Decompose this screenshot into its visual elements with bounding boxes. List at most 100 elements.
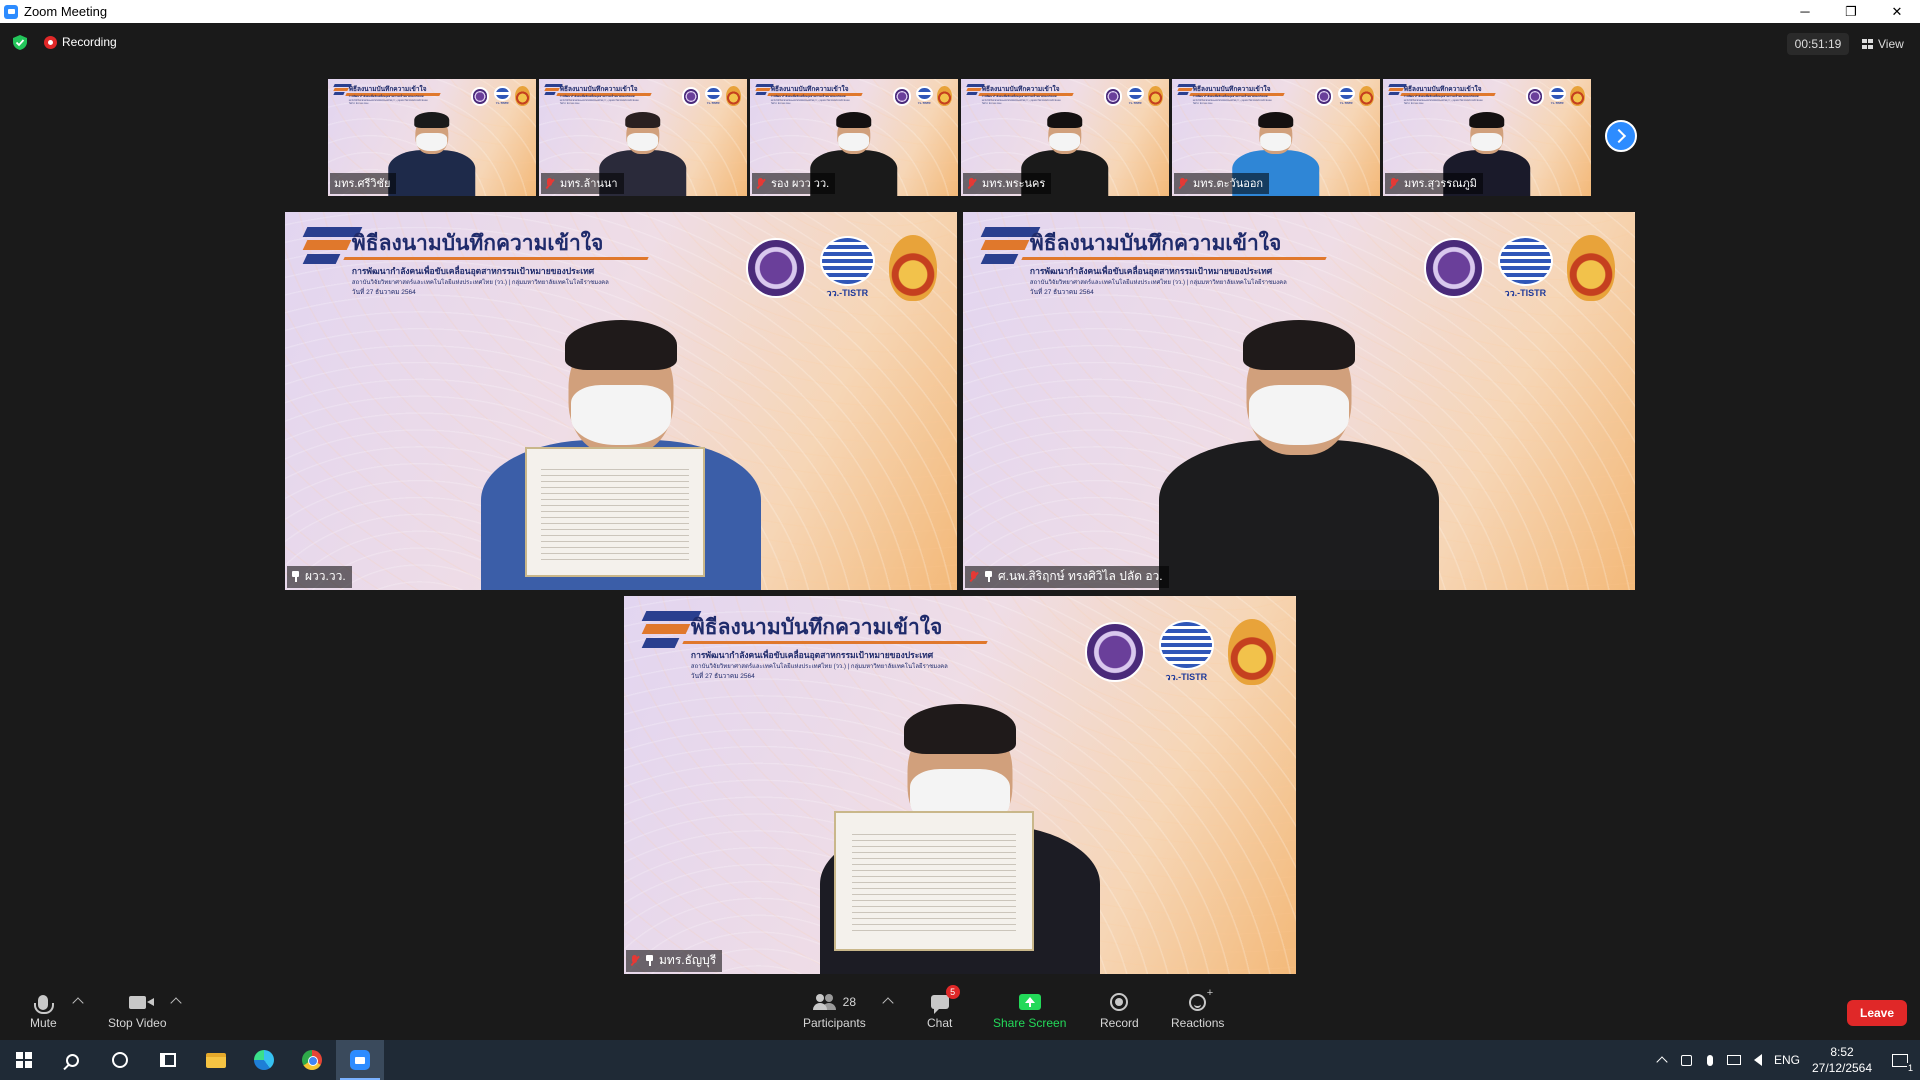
- tistr-logo: วว.-TISTR: [1158, 619, 1214, 684]
- action-center-button[interactable]: 1: [1880, 1040, 1920, 1080]
- participant-name-tag: ศ.นพ.สิริฤกษ์ ทรงศิวิไล ปลัด อว.: [965, 566, 1169, 588]
- notification-count: 1: [1906, 1063, 1914, 1073]
- rmut-emblem-logo-icon: [1227, 618, 1276, 685]
- video-tile-bottom[interactable]: พิธีลงนามบันทึกความเข้าใจ การพัฒนากำลังค…: [624, 596, 1296, 974]
- mute-button[interactable]: Mute: [30, 991, 57, 1030]
- participants-options-chevron-icon[interactable]: [882, 997, 894, 1009]
- view-button[interactable]: View: [1862, 33, 1904, 55]
- tistr-logo-label: วว.-TISTR: [1165, 671, 1208, 682]
- recording-dot-icon: [44, 35, 57, 49]
- thumbnail-tile[interactable]: พิธีลงนามบันทึกความเข้าใจ การพัฒนากำลังค…: [750, 79, 958, 196]
- slide-logos: วว.-TISTR: [1084, 618, 1276, 685]
- window-title-bar: Zoom Meeting ─ ❐ ✕: [0, 0, 1920, 23]
- share-screen-button[interactable]: Share Screen: [993, 991, 1066, 1030]
- edge-taskbar-button[interactable]: [240, 1040, 288, 1080]
- tistr-logo-label: วว.-TISTR: [917, 101, 931, 106]
- audio-options-chevron-icon[interactable]: [72, 997, 84, 1009]
- task-view-button[interactable]: [144, 1040, 192, 1080]
- microphone-icon: [34, 994, 55, 1014]
- leave-button[interactable]: Leave: [1847, 1000, 1907, 1026]
- tistr-logo-label: วว.-TISTR: [495, 101, 509, 106]
- windows-taskbar: ENG 8:52 27/12/2564 1: [0, 1040, 1920, 1080]
- rmut-emblem-logo-icon: [1566, 234, 1615, 301]
- slide-date-line: วันที่ 27 ธันวาคม 2564: [348, 103, 369, 106]
- file-explorer-taskbar-button[interactable]: [192, 1040, 240, 1080]
- share-screen-label: Share Screen: [993, 1016, 1067, 1030]
- chat-button[interactable]: 5 Chat: [927, 985, 960, 1030]
- chrome-taskbar-button[interactable]: [288, 1040, 336, 1080]
- tistr-logo: วว.-TISTR: [915, 86, 933, 106]
- minimize-button[interactable]: ─: [1782, 0, 1828, 23]
- start-button[interactable]: [0, 1040, 48, 1080]
- slide-subtitle: การพัฒนากำลังคนเพื่อขับเคลื่อนอุตสาหกรรม…: [351, 266, 595, 277]
- tistr-logo-label: วว.-TISTR: [1128, 101, 1142, 106]
- slide-org-line: สถาบันวิจัยวิทยาศาสตร์และเทคโนโลยีแห่งปร…: [690, 664, 948, 671]
- thumbnail-tile[interactable]: พิธีลงนามบันทึกความเข้าใจ การพัฒนากำลังค…: [1172, 79, 1380, 196]
- participants-count: 28: [842, 995, 857, 1009]
- video-camera-icon: [128, 995, 154, 1009]
- close-button[interactable]: ✕: [1874, 0, 1920, 23]
- participant-name: มทร.ศรีวิชัย: [334, 178, 391, 190]
- participant-name-tag: รอง ผวว วว.: [752, 173, 836, 194]
- windows-logo-icon: [16, 1052, 32, 1068]
- mute-label: Mute: [30, 1016, 57, 1030]
- slide-subtitle: การพัฒนากำลังคนเพื่อขับเคลื่อนอุตสาหกรรม…: [690, 650, 934, 661]
- record-button[interactable]: Record: [1100, 991, 1139, 1030]
- slide-heading: พิธีลงนามบันทึกความเข้าใจ: [351, 232, 604, 256]
- meeting-timer: 00:51:19: [1787, 33, 1849, 55]
- input-language-indicator[interactable]: ENG: [1770, 1040, 1804, 1080]
- tistr-logo: วว.-TISTR: [1548, 86, 1566, 106]
- thumbnail-tile[interactable]: พิธีลงนามบันทึกความเข้าใจ การพัฒนากำลังค…: [1383, 79, 1591, 196]
- tistr-globe-logo-icon: [915, 86, 933, 102]
- tray-volume-button[interactable]: [1746, 1040, 1770, 1080]
- zoom-taskbar-button[interactable]: [336, 1040, 384, 1080]
- restore-button[interactable]: ❐: [1828, 0, 1874, 23]
- video-options-chevron-icon[interactable]: [170, 997, 182, 1009]
- participants-button[interactable]: 28 Participants: [803, 991, 866, 1030]
- mic-muted-icon: [969, 571, 978, 582]
- video-tile-top-left[interactable]: พิธีลงนามบันทึกความเข้าใจ การพัฒนากำลังค…: [285, 212, 957, 590]
- thumbnail-tile[interactable]: พิธีลงนามบันทึกความเข้าใจ การพัฒนากำลังค…: [961, 79, 1169, 196]
- slide-date-line: วันที่ 27 ธันวาคม 2564: [1029, 289, 1094, 297]
- slide-logos: วว.-TISTR: [745, 234, 937, 301]
- participant-figure: [1149, 290, 1449, 590]
- slide-date-line: วันที่ 27 ธันวาคม 2564: [690, 673, 755, 681]
- tistr-logo: วว.-TISTR: [1497, 235, 1553, 300]
- mic-muted-icon: [967, 177, 976, 189]
- face-mask: [1049, 132, 1081, 152]
- chat-unread-badge: 5: [945, 985, 960, 999]
- stop-video-label: Stop Video: [108, 1016, 167, 1030]
- tray-network-button[interactable]: [1722, 1040, 1746, 1080]
- tray-microphone-button[interactable]: [1698, 1040, 1722, 1080]
- next-page-arrow-icon[interactable]: [1605, 120, 1637, 152]
- participant-name: มทร.ตะวันออก: [1193, 178, 1264, 190]
- face-mask: [1471, 132, 1503, 152]
- taskbar-clock[interactable]: 8:52 27/12/2564: [1804, 1044, 1880, 1076]
- video-tile-top-right[interactable]: พิธีลงนามบันทึกความเข้าใจ การพัฒนากำลังค…: [963, 212, 1635, 590]
- recording-indicator[interactable]: Recording: [44, 35, 117, 49]
- thumbnail-tile[interactable]: พิธีลงนามบันทึกความเข้าใจ การพัฒนากำลังค…: [539, 79, 747, 196]
- chevron-up-icon: [1656, 1056, 1668, 1068]
- microphone-in-use-icon: [1707, 1054, 1713, 1066]
- clock-date: 27/12/2564: [1811, 1061, 1873, 1075]
- participant-hair: [836, 112, 872, 128]
- participant-name-tag: ผวว.วว.: [287, 566, 352, 588]
- slide-logos: วว.-TISTR: [1103, 86, 1163, 107]
- cortana-button[interactable]: [96, 1040, 144, 1080]
- participant-hair: [1469, 112, 1505, 128]
- show-hidden-icons-button[interactable]: [1650, 1040, 1674, 1080]
- thumbnail-tile[interactable]: พิธีลงนามบันทึกความเข้าใจ การพัฒนากำลังค…: [328, 79, 536, 196]
- security-shield-icon[interactable]: [13, 35, 27, 50]
- stop-video-button[interactable]: Stop Video: [108, 991, 167, 1030]
- slide-logos: วว.-TISTR: [1314, 86, 1374, 107]
- participant-name: ศ.นพ.สิริฤกษ์ ทรงศิวิไล ปลัด อว.: [998, 569, 1163, 583]
- mic-muted-icon: [1178, 177, 1187, 189]
- slide-logos: วว.-TISTR: [470, 86, 530, 107]
- reactions-button[interactable]: Reactions: [1171, 987, 1224, 1031]
- mic-muted-icon: [630, 955, 639, 966]
- meeting-stage: Recording 00:51:19 View พิธีลงนามบันทึกค…: [0, 23, 1920, 985]
- participant-hair: [414, 112, 450, 128]
- participant-name: ผวว.วว.: [305, 569, 346, 583]
- tray-meet-now-button[interactable]: [1674, 1040, 1698, 1080]
- taskbar-search-button[interactable]: [48, 1040, 96, 1080]
